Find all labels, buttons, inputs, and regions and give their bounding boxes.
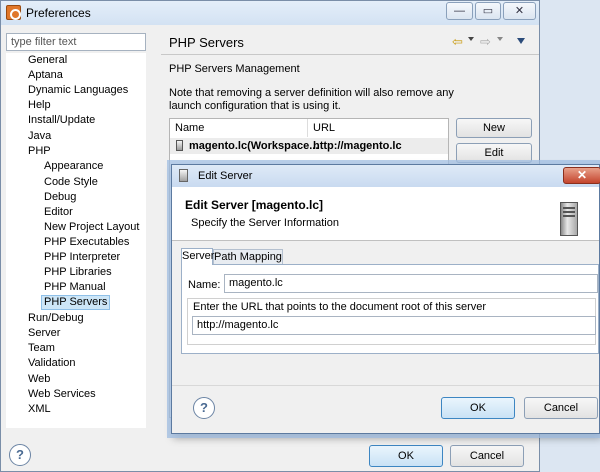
server-icon <box>176 140 183 151</box>
edit-button[interactable]: Edit <box>456 143 532 163</box>
dialog-header <box>172 187 599 241</box>
preference-tree: General Aptana Dynamic Languages Help In… <box>6 53 146 428</box>
cancel-button[interactable]: Cancel <box>524 397 598 419</box>
tree-item-php[interactable]: PHP <box>28 144 51 159</box>
tree-item-java[interactable]: Java <box>28 129 51 144</box>
page-title: PHP Servers <box>169 35 244 50</box>
tree-item-help[interactable]: Help <box>28 98 51 113</box>
url-group-label: Enter the URL that points to the documen… <box>193 301 487 313</box>
close-button[interactable]: ✕ <box>503 2 536 20</box>
column-header-url[interactable]: URL <box>308 119 448 137</box>
preferences-titlebar[interactable]: Preferences — ▭ ✕ <box>1 1 539 25</box>
note-text: Note that removing a server definition w… <box>169 87 454 112</box>
server-icon <box>560 202 578 236</box>
name-label: Name: <box>188 279 221 291</box>
tab-server[interactable]: Server <box>181 248 214 265</box>
tree-item-server[interactable]: Server <box>28 326 60 341</box>
view-menu-icon[interactable] <box>517 38 525 44</box>
tree-item-web-services[interactable]: Web Services <box>28 387 96 402</box>
filter-input[interactable] <box>6 33 146 51</box>
tree-item-run-debug[interactable]: Run/Debug <box>28 311 84 326</box>
tree-item-code-style[interactable]: Code Style <box>44 175 98 190</box>
edit-server-titlebar[interactable]: Edit Server <box>172 165 599 187</box>
tree-item-validation[interactable]: Validation <box>28 356 76 371</box>
ok-button[interactable]: OK <box>369 445 443 467</box>
minimize-button[interactable]: — <box>446 2 473 20</box>
dialog-heading: Edit Server [magento.lc] <box>185 198 324 212</box>
tree-item-php-servers[interactable]: PHP Servers <box>41 295 111 310</box>
preferences-icon <box>6 5 21 20</box>
window-title: Preferences <box>26 6 91 20</box>
back-menu-chevron-icon[interactable] <box>468 37 474 41</box>
divider <box>161 54 539 55</box>
tree-item-dynamic-languages[interactable]: Dynamic Languages <box>28 83 128 98</box>
tree-item-general[interactable]: General <box>28 53 67 68</box>
help-icon[interactable]: ? <box>9 444 31 466</box>
tree-item-debug[interactable]: Debug <box>44 190 76 205</box>
tree-item-team[interactable]: Team <box>28 341 55 356</box>
tree-item-php-libraries[interactable]: PHP Libraries <box>44 265 112 280</box>
edit-server-dialog: Edit Server ✕ Edit Server [magento.lc] S… <box>171 164 600 434</box>
dialog-title: Edit Server <box>198 170 253 182</box>
new-button[interactable]: New <box>456 118 532 138</box>
server-url-cell: http://magento.lc <box>313 140 402 152</box>
forward-arrow-icon[interactable]: ⇨ <box>480 34 491 50</box>
tab-path-mapping[interactable]: Path Mapping <box>213 249 283 265</box>
tree-item-php-manual[interactable]: PHP Manual <box>44 280 106 295</box>
tree-item-web[interactable]: Web <box>28 372 50 387</box>
tree-item-install-update[interactable]: Install/Update <box>28 113 95 128</box>
divider <box>172 385 599 386</box>
tree-item-php-interpreter[interactable]: PHP Interpreter <box>44 250 120 265</box>
maximize-button[interactable]: ▭ <box>475 2 501 20</box>
table-row[interactable]: magento.lc(Workspace... http://magento.l… <box>170 138 448 154</box>
cancel-button[interactable]: Cancel <box>450 445 524 467</box>
help-icon[interactable]: ? <box>193 397 215 419</box>
tree-item-appearance[interactable]: Appearance <box>44 159 103 174</box>
ok-button[interactable]: OK <box>441 397 515 419</box>
forward-menu-chevron-icon[interactable] <box>497 37 503 41</box>
tree-item-editor[interactable]: Editor <box>44 205 73 220</box>
tree-item-new-project-layout[interactable]: New Project Layout <box>44 220 139 235</box>
server-name-cell: magento.lc(Workspace... <box>189 140 319 152</box>
dialog-subtitle: Specify the Server Information <box>191 217 339 229</box>
name-field[interactable]: magento.lc <box>224 274 598 293</box>
column-header-name[interactable]: Name <box>170 119 307 137</box>
tree-item-php-executables[interactable]: PHP Executables <box>44 235 129 250</box>
tree-item-xml[interactable]: XML <box>28 402 51 417</box>
tree-item-aptana[interactable]: Aptana <box>28 68 63 83</box>
server-icon <box>179 169 188 182</box>
close-button[interactable]: ✕ <box>563 167 600 184</box>
url-field[interactable]: http://magento.lc <box>192 316 596 335</box>
back-arrow-icon[interactable]: ⇦ <box>452 34 463 50</box>
section-heading: PHP Servers Management <box>169 63 300 75</box>
